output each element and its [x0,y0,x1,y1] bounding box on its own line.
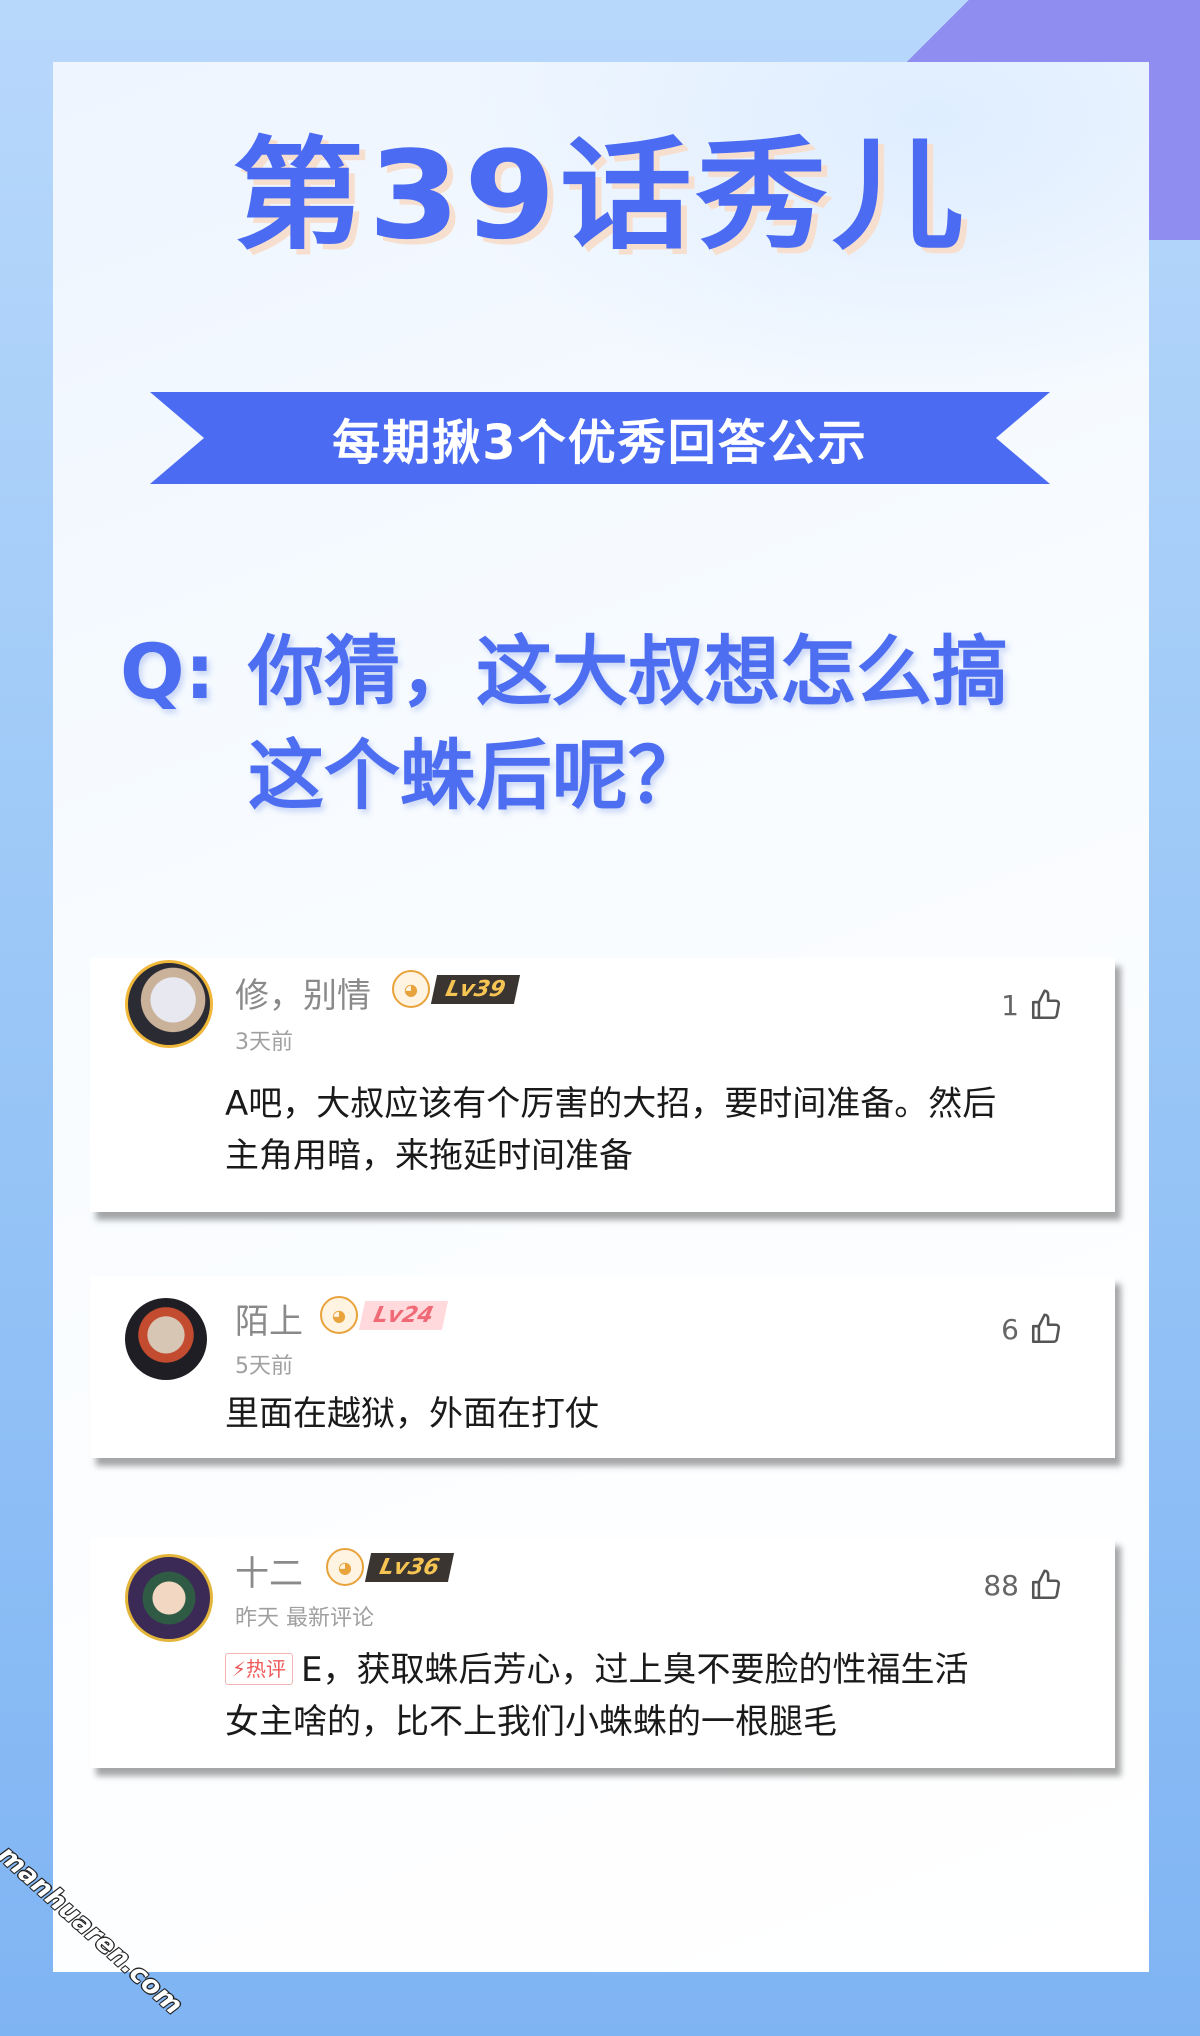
question-block: Q: 你猜，这大叔想怎么搞 这个蛛后呢？ [120,620,1080,828]
comment-text-line: A吧，大叔应该有个厉害的大招，要时间准备。然后 [225,1084,997,1124]
avatar[interactable] [125,960,213,1048]
lightning-icon: ⚡ [232,1657,247,1681]
episode-title: 第39话秀儿 [232,125,968,267]
level-badge: ◕ Lv24 [320,1296,449,1334]
comment-text-line: 主角用暗，来拖延时间准备 [225,1136,633,1176]
ribbon-label: 每期揪3个优秀回答公示 [332,415,868,471]
comment-time: 3天前 [235,1030,293,1055]
like-button[interactable]: 88 [983,1568,1063,1602]
comment-card: 十二 ◕ Lv36 昨天 最新评论 88 ⚡热评 E，获取蛛后芳心，过上臭不要脸的… [90,1538,1115,1768]
avatar[interactable] [125,1554,213,1642]
like-count: 6 [1001,1312,1019,1346]
level-badge: ◕ Lv39 [392,970,521,1008]
level-label: Lv36 [364,1552,455,1582]
username[interactable]: 十二 [235,1546,303,1595]
comment-text-line: ⚡热评 E，获取蛛后芳心，过上臭不要脸的性福生活 [225,1644,1075,1696]
level-mascot-icon: ◕ [326,1548,364,1586]
like-button[interactable]: 6 [1001,1312,1063,1346]
question-line-2: 这个蛛后呢？ [248,731,704,820]
comment-text: ⚡热评 E，获取蛛后芳心，过上臭不要脸的性福生活 女主啥的，比不上我们小蛛蛛的一根… [225,1644,1075,1748]
comment-time: 昨天 最新评论 [235,1606,374,1631]
comment-text: A吧，大叔应该有个厉害的大招，要时间准备。然后 主角用暗，来拖延时间准备 [225,1078,1075,1182]
like-count: 88 [983,1568,1019,1602]
comment-time: 5天前 [235,1354,293,1379]
comment-card: 陌上 ◕ Lv24 5天前 6 里面在越狱，外面在打仗 [90,1276,1115,1458]
level-label: Lv39 [430,974,521,1004]
hot-tag-label: 热评 [246,1657,287,1681]
thumbs-up-icon [1031,1569,1061,1600]
like-button[interactable]: 1 [1001,988,1063,1022]
level-mascot-icon: ◕ [392,970,430,1008]
thumbs-up-icon [1031,989,1061,1020]
question-prefix: Q: [120,627,215,716]
avatar[interactable] [125,1298,207,1380]
comment-text-segment: E，获取蛛后芳心，过上臭不要脸的性福生活 [301,1650,969,1690]
comment-text: 里面在越狱，外面在打仗 [225,1388,1075,1440]
comment-card: 修，别情 ◕ Lv39 3天前 1 A吧，大叔应该有个厉害的大招，要时间准备。然… [90,958,1115,1212]
hot-comment-badge: ⚡热评 [225,1653,294,1685]
level-label: Lv24 [358,1300,449,1330]
level-mascot-icon: ◕ [320,1296,358,1334]
level-badge: ◕ Lv36 [326,1548,455,1586]
subtitle-ribbon: 每期揪3个优秀回答公示 [150,392,1050,484]
comment-text-line: 女主啥的，比不上我们小蛛蛛的一根腿毛 [225,1702,837,1742]
thumbs-up-icon [1031,1313,1061,1344]
comment-text-line: 里面在越狱，外面在打仗 [225,1394,599,1434]
username[interactable]: 修，别情 [235,968,371,1017]
like-count: 1 [1001,988,1019,1022]
username[interactable]: 陌上 [235,1294,303,1343]
question-line-1: 你猜，这大叔想怎么搞 [248,627,1008,716]
